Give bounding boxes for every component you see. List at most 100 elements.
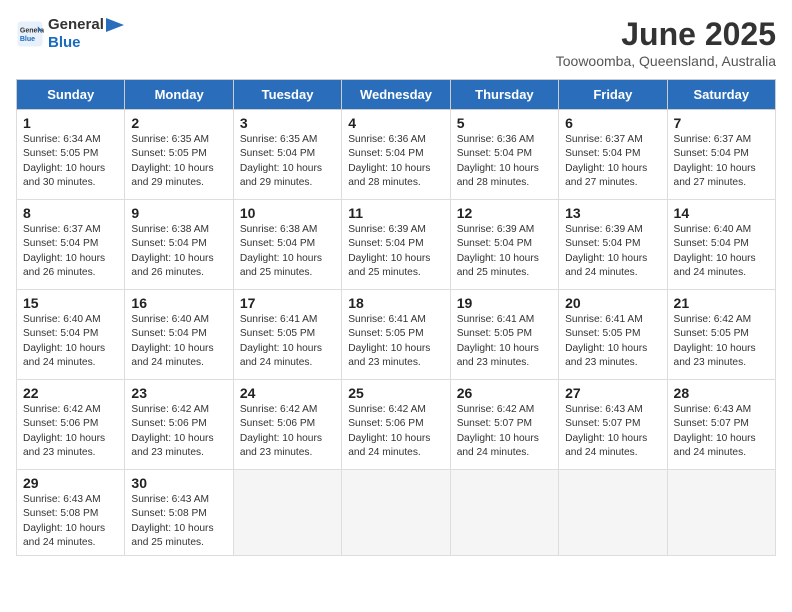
weekday-header-friday: Friday (559, 80, 667, 110)
calendar-cell (450, 470, 558, 556)
day-info: Sunrise: 6:40 AM Sunset: 5:04 PM Dayligh… (131, 313, 226, 370)
day-info: Sunrise: 6:41 AM Sunset: 5:05 PM Dayligh… (565, 313, 660, 370)
calendar-cell: 18 Sunrise: 6:41 AM Sunset: 5:05 PM Dayli… (342, 290, 450, 380)
day-info: Sunrise: 6:42 AM Sunset: 5:05 PM Dayligh… (674, 313, 769, 370)
calendar-cell (667, 470, 775, 556)
calendar-cell: 25 Sunrise: 6:42 AM Sunset: 5:06 PM Dayli… (342, 380, 450, 470)
page-header: General Blue General Blue June 2025 Toow… (16, 16, 776, 69)
location-title: Toowoomba, Queensland, Australia (556, 53, 776, 69)
calendar-cell (559, 470, 667, 556)
day-number: 19 (457, 295, 552, 311)
day-number: 12 (457, 205, 552, 221)
day-info: Sunrise: 6:35 AM Sunset: 5:04 PM Dayligh… (240, 133, 335, 190)
logo-icon: General Blue (16, 20, 44, 48)
day-number: 23 (131, 385, 226, 401)
day-number: 1 (23, 115, 118, 131)
calendar-cell: 21 Sunrise: 6:42 AM Sunset: 5:05 PM Dayli… (667, 290, 775, 380)
day-number: 2 (131, 115, 226, 131)
day-number: 9 (131, 205, 226, 221)
day-info: Sunrise: 6:37 AM Sunset: 5:04 PM Dayligh… (23, 223, 118, 280)
calendar-week-row: 15 Sunrise: 6:40 AM Sunset: 5:04 PM Dayli… (17, 290, 776, 380)
calendar-cell: 26 Sunrise: 6:42 AM Sunset: 5:07 PM Dayli… (450, 380, 558, 470)
day-info: Sunrise: 6:34 AM Sunset: 5:05 PM Dayligh… (23, 133, 118, 190)
day-number: 20 (565, 295, 660, 311)
weekday-header-wednesday: Wednesday (342, 80, 450, 110)
calendar-cell (233, 470, 341, 556)
day-info: Sunrise: 6:39 AM Sunset: 5:04 PM Dayligh… (565, 223, 660, 280)
day-number: 4 (348, 115, 443, 131)
day-info: Sunrise: 6:36 AM Sunset: 5:04 PM Dayligh… (348, 133, 443, 190)
day-number: 10 (240, 205, 335, 221)
day-number: 28 (674, 385, 769, 401)
calendar-cell: 28 Sunrise: 6:43 AM Sunset: 5:07 PM Dayli… (667, 380, 775, 470)
logo-general: General (48, 16, 104, 34)
day-number: 7 (674, 115, 769, 131)
calendar-cell: 8 Sunrise: 6:37 AM Sunset: 5:04 PM Daylig… (17, 200, 125, 290)
calendar-cell: 12Sunrise: 6:39 AM Sunset: 5:04 PM Dayli… (450, 200, 558, 290)
day-number: 18 (348, 295, 443, 311)
month-title: June 2025 (556, 16, 776, 53)
calendar-cell: 13Sunrise: 6:39 AM Sunset: 5:04 PM Dayli… (559, 200, 667, 290)
calendar-week-row: 22 Sunrise: 6:42 AM Sunset: 5:06 PM Dayli… (17, 380, 776, 470)
calendar-week-row: 1 Sunrise: 6:34 AM Sunset: 5:05 PM Daylig… (17, 110, 776, 200)
day-number: 16 (131, 295, 226, 311)
logo: General Blue General Blue (16, 16, 124, 52)
day-number: 14 (674, 205, 769, 221)
day-info: Sunrise: 6:43 AM Sunset: 5:08 PM Dayligh… (131, 493, 226, 550)
calendar-cell: 14 Sunrise: 6:40 AM Sunset: 5:04 PM Dayli… (667, 200, 775, 290)
day-info: Sunrise: 6:40 AM Sunset: 5:04 PM Dayligh… (674, 223, 769, 280)
day-info: Sunrise: 6:41 AM Sunset: 5:05 PM Dayligh… (348, 313, 443, 370)
calendar-cell: 20 Sunrise: 6:41 AM Sunset: 5:05 PM Dayli… (559, 290, 667, 380)
day-number: 21 (674, 295, 769, 311)
calendar-week-row: 29 Sunrise: 6:43 AM Sunset: 5:08 PM Dayli… (17, 470, 776, 556)
day-info: Sunrise: 6:43 AM Sunset: 5:07 PM Dayligh… (565, 403, 660, 460)
day-info: Sunrise: 6:35 AM Sunset: 5:05 PM Dayligh… (131, 133, 226, 190)
day-info: Sunrise: 6:38 AM Sunset: 5:04 PM Dayligh… (240, 223, 335, 280)
day-info: Sunrise: 6:38 AM Sunset: 5:04 PM Dayligh… (131, 223, 226, 280)
day-number: 15 (23, 295, 118, 311)
calendar-cell: 2 Sunrise: 6:35 AM Sunset: 5:05 PM Daylig… (125, 110, 233, 200)
day-info: Sunrise: 6:43 AM Sunset: 5:08 PM Dayligh… (23, 493, 118, 550)
day-info: Sunrise: 6:42 AM Sunset: 5:07 PM Dayligh… (457, 403, 552, 460)
day-number: 26 (457, 385, 552, 401)
day-number: 25 (348, 385, 443, 401)
day-info: Sunrise: 6:36 AM Sunset: 5:04 PM Dayligh… (457, 133, 552, 190)
day-info: Sunrise: 6:42 AM Sunset: 5:06 PM Dayligh… (348, 403, 443, 460)
calendar-cell: 27Sunrise: 6:43 AM Sunset: 5:07 PM Dayli… (559, 380, 667, 470)
calendar-cell: 16 Sunrise: 6:40 AM Sunset: 5:04 PM Dayli… (125, 290, 233, 380)
day-number: 29 (23, 475, 118, 491)
day-number: 30 (131, 475, 226, 491)
calendar-cell: 29 Sunrise: 6:43 AM Sunset: 5:08 PM Dayli… (17, 470, 125, 556)
day-info: Sunrise: 6:39 AM Sunset: 5:04 PM Dayligh… (348, 223, 443, 280)
calendar-cell: 5 Sunrise: 6:36 AM Sunset: 5:04 PM Daylig… (450, 110, 558, 200)
day-info: Sunrise: 6:42 AM Sunset: 5:06 PM Dayligh… (131, 403, 226, 460)
calendar-cell: 4 Sunrise: 6:36 AM Sunset: 5:04 PM Daylig… (342, 110, 450, 200)
day-number: 11 (348, 205, 443, 221)
calendar-cell: 10 Sunrise: 6:38 AM Sunset: 5:04 PM Dayli… (233, 200, 341, 290)
day-info: Sunrise: 6:43 AM Sunset: 5:07 PM Dayligh… (674, 403, 769, 460)
day-number: 17 (240, 295, 335, 311)
calendar-cell: 24Sunrise: 6:42 AM Sunset: 5:06 PM Dayli… (233, 380, 341, 470)
calendar-cell (342, 470, 450, 556)
calendar-cell: 7Sunrise: 6:37 AM Sunset: 5:04 PM Daylig… (667, 110, 775, 200)
calendar-header-row: SundayMondayTuesdayWednesdayThursdayFrid… (17, 80, 776, 110)
weekday-header-saturday: Saturday (667, 80, 775, 110)
calendar-table: SundayMondayTuesdayWednesdayThursdayFrid… (16, 79, 776, 556)
day-number: 22 (23, 385, 118, 401)
calendar-cell: 9 Sunrise: 6:38 AM Sunset: 5:04 PM Daylig… (125, 200, 233, 290)
day-info: Sunrise: 6:37 AM Sunset: 5:04 PM Dayligh… (565, 133, 660, 190)
day-number: 24 (240, 385, 335, 401)
day-number: 5 (457, 115, 552, 131)
day-number: 3 (240, 115, 335, 131)
day-info: Sunrise: 6:41 AM Sunset: 5:05 PM Dayligh… (240, 313, 335, 370)
calendar-cell: 22Sunrise: 6:42 AM Sunset: 5:06 PM Dayli… (17, 380, 125, 470)
calendar-cell: 3 Sunrise: 6:35 AM Sunset: 5:04 PM Daylig… (233, 110, 341, 200)
calendar-week-row: 8 Sunrise: 6:37 AM Sunset: 5:04 PM Daylig… (17, 200, 776, 290)
weekday-header-sunday: Sunday (17, 80, 125, 110)
calendar-cell: 1 Sunrise: 6:34 AM Sunset: 5:05 PM Daylig… (17, 110, 125, 200)
logo-blue: Blue (48, 34, 124, 52)
weekday-header-thursday: Thursday (450, 80, 558, 110)
calendar-cell: 19Sunrise: 6:41 AM Sunset: 5:05 PM Dayli… (450, 290, 558, 380)
svg-text:General: General (20, 27, 44, 34)
day-number: 8 (23, 205, 118, 221)
